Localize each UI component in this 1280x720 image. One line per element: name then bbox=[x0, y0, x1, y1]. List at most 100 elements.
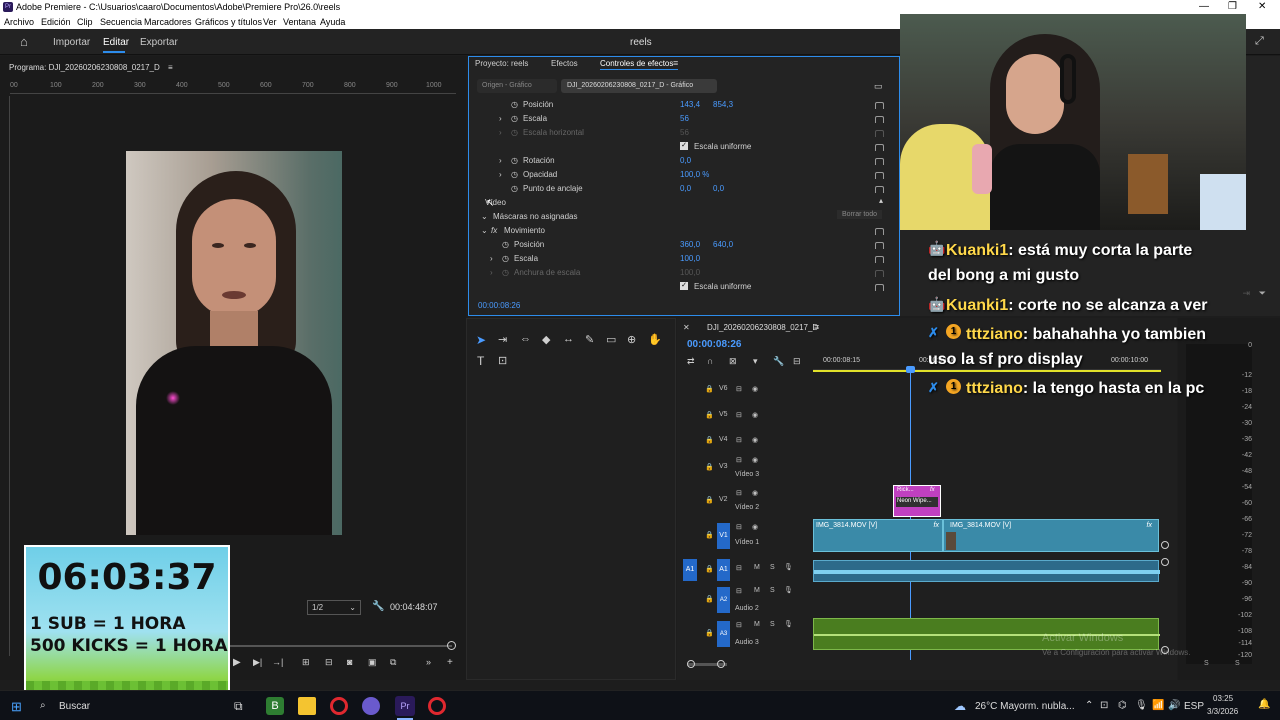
stopwatch-icon[interactable]: ◷ bbox=[511, 156, 518, 165]
posicion2-x[interactable]: 360,0 bbox=[680, 240, 700, 249]
menu-clip[interactable]: Clip bbox=[77, 17, 93, 27]
step-forward-icon[interactable]: ▶| bbox=[253, 657, 262, 668]
reset-icon[interactable] bbox=[875, 144, 884, 151]
sync-icon[interactable]: ⊟ bbox=[736, 523, 742, 531]
compare-icon[interactable]: ▣ bbox=[368, 657, 377, 668]
zoom-icon[interactable]: ⊕ bbox=[627, 333, 636, 346]
zoom-handle[interactable] bbox=[717, 660, 725, 668]
eye-icon[interactable]: ◉ bbox=[752, 436, 758, 444]
solo-left[interactable]: S bbox=[1204, 660, 1209, 667]
solo-button[interactable]: S bbox=[770, 564, 775, 571]
insert-icon[interactable]: ⇄ bbox=[687, 356, 695, 367]
export-frame-icon[interactable]: ⇥ bbox=[1242, 288, 1250, 299]
extract-icon[interactable]: ⊟ bbox=[325, 657, 333, 668]
mute-button[interactable]: M bbox=[754, 564, 760, 571]
captions-icon[interactable]: ⊟ bbox=[793, 356, 801, 367]
expand-down-icon[interactable]: ⌄ bbox=[481, 226, 488, 235]
menu-ayuda[interactable]: Ayuda bbox=[320, 17, 345, 27]
active-clip-tab[interactable]: DJI_20260206230808_0217_D - Gráfico bbox=[561, 79, 717, 93]
eye-icon[interactable]: ◉ bbox=[752, 456, 758, 464]
sync-icon[interactable]: ⊟ bbox=[736, 489, 742, 497]
fx-icon[interactable]: fx bbox=[491, 226, 497, 235]
track-select-icon[interactable]: ⇥ bbox=[498, 333, 507, 346]
tab-controles[interactable]: Controles de efectos bbox=[600, 59, 673, 68]
tray-icon[interactable]: ⊡ bbox=[1100, 700, 1108, 711]
a3-patch[interactable]: A3 bbox=[717, 621, 730, 647]
lock-icon[interactable]: 🔒 bbox=[705, 565, 714, 573]
program-menu-icon[interactable]: ≡ bbox=[168, 63, 173, 72]
clock-date[interactable]: 3/3/2026 bbox=[1207, 707, 1238, 716]
reset-icon[interactable] bbox=[875, 186, 884, 193]
eye-icon[interactable]: ◉ bbox=[752, 411, 758, 419]
minimize-icon[interactable]: — bbox=[1199, 1, 1209, 12]
windows-start-icon[interactable]: ⊞ bbox=[11, 699, 22, 715]
reset-icon[interactable] bbox=[875, 158, 884, 165]
selection-tool-icon[interactable]: ➤ bbox=[476, 333, 486, 347]
app-b-icon[interactable]: B bbox=[266, 697, 284, 715]
anclaje-x[interactable]: 0,0 bbox=[680, 184, 691, 193]
microphone-tray-icon[interactable]: 🎙 bbox=[1135, 700, 1148, 711]
eye-icon[interactable]: ◉ bbox=[752, 489, 758, 497]
eye-icon[interactable]: ◉ bbox=[752, 523, 758, 531]
notification-icon[interactable]: 🔔 bbox=[1258, 699, 1270, 710]
scroll-handle[interactable] bbox=[1161, 541, 1169, 549]
network-tray-icon[interactable]: ⌬ bbox=[1118, 700, 1127, 711]
weather-text[interactable]: 26°C Mayorm. nubla... bbox=[975, 701, 1075, 712]
collapse-icon[interactable]: ▴ bbox=[879, 196, 883, 205]
scroll-handle[interactable] bbox=[1161, 558, 1169, 566]
lock-icon[interactable]: 🔒 bbox=[705, 595, 714, 603]
sync-icon[interactable]: ⊟ bbox=[736, 411, 742, 419]
menu-edicion[interactable]: Edición bbox=[41, 17, 71, 27]
reset-icon[interactable] bbox=[875, 102, 884, 109]
expand-arrow-icon[interactable]: › bbox=[499, 170, 502, 179]
slip-icon[interactable]: ↔ bbox=[563, 333, 574, 345]
weather-icon[interactable]: ☁ bbox=[954, 699, 966, 713]
sync-icon[interactable]: ⊟ bbox=[736, 436, 742, 444]
search-icon[interactable]: ⌕ bbox=[40, 700, 46, 711]
solo-right[interactable]: S bbox=[1235, 660, 1240, 667]
record-app-icon[interactable] bbox=[428, 697, 446, 715]
mute-button[interactable]: M bbox=[754, 621, 760, 628]
rotacion-value[interactable]: 0,0 bbox=[680, 156, 691, 165]
camera-icon[interactable]: ◙ bbox=[347, 657, 352, 667]
program-scrubber[interactable] bbox=[230, 645, 452, 647]
folder-icon[interactable] bbox=[298, 697, 316, 715]
home-icon[interactable]: ⌂ bbox=[20, 34, 28, 49]
task-view-icon[interactable]: ⧉ bbox=[234, 699, 243, 714]
a2-patch[interactable]: A2 bbox=[717, 587, 730, 613]
posicion-y[interactable]: 854,3 bbox=[713, 100, 733, 109]
export-tab[interactable]: Exportar bbox=[140, 37, 178, 48]
reset-icon[interactable] bbox=[875, 228, 884, 235]
sequence-menu-icon[interactable]: ≡ bbox=[814, 322, 819, 332]
marker-icon[interactable]: ▾ bbox=[753, 356, 758, 367]
panel-menu-icon[interactable]: ≡ bbox=[673, 58, 678, 68]
tab-efectos[interactable]: Efectos bbox=[551, 59, 578, 68]
posicion2-y[interactable]: 640,0 bbox=[713, 240, 733, 249]
lock-icon[interactable]: 🔒 bbox=[705, 531, 714, 539]
microphone-icon[interactable]: 🎙 bbox=[784, 586, 793, 594]
pen-icon[interactable]: ✎ bbox=[585, 333, 594, 346]
linked-icon[interactable]: ⊠ bbox=[729, 356, 737, 367]
zoom-handle[interactable] bbox=[687, 660, 695, 668]
menu-archivo[interactable]: Archivo bbox=[4, 17, 34, 27]
scrubber-handle[interactable] bbox=[447, 641, 456, 650]
checkbox-uniform[interactable]: ✓ bbox=[680, 142, 688, 150]
lock-icon[interactable]: 🔒 bbox=[705, 411, 714, 419]
lock-icon[interactable]: 🔒 bbox=[705, 629, 714, 637]
tab-proyecto[interactable]: Proyecto: reels bbox=[475, 59, 528, 68]
opera-icon[interactable] bbox=[330, 697, 348, 715]
expand-arrow-icon[interactable]: › bbox=[499, 114, 502, 123]
expand-down-icon[interactable]: ⌄ bbox=[481, 212, 488, 221]
sync-icon[interactable]: ⊟ bbox=[736, 587, 742, 595]
sync-icon[interactable]: ⊟ bbox=[736, 621, 742, 629]
eye-icon[interactable]: ◉ bbox=[752, 385, 758, 393]
taskbar-search[interactable]: Buscar bbox=[59, 701, 90, 712]
lock-icon[interactable]: 🔒 bbox=[705, 385, 714, 393]
stopwatch-icon[interactable]: ◷ bbox=[511, 170, 518, 179]
reset-icon[interactable] bbox=[875, 172, 884, 179]
v1-patch[interactable]: V1 bbox=[717, 523, 730, 549]
sequence-name[interactable]: DJI_20260206230808_0217_D bbox=[707, 323, 818, 332]
edit-tab[interactable]: Editar bbox=[103, 37, 129, 48]
language-indicator[interactable]: ESP bbox=[1184, 701, 1204, 712]
stopwatch-icon[interactable]: ◷ bbox=[511, 100, 518, 109]
